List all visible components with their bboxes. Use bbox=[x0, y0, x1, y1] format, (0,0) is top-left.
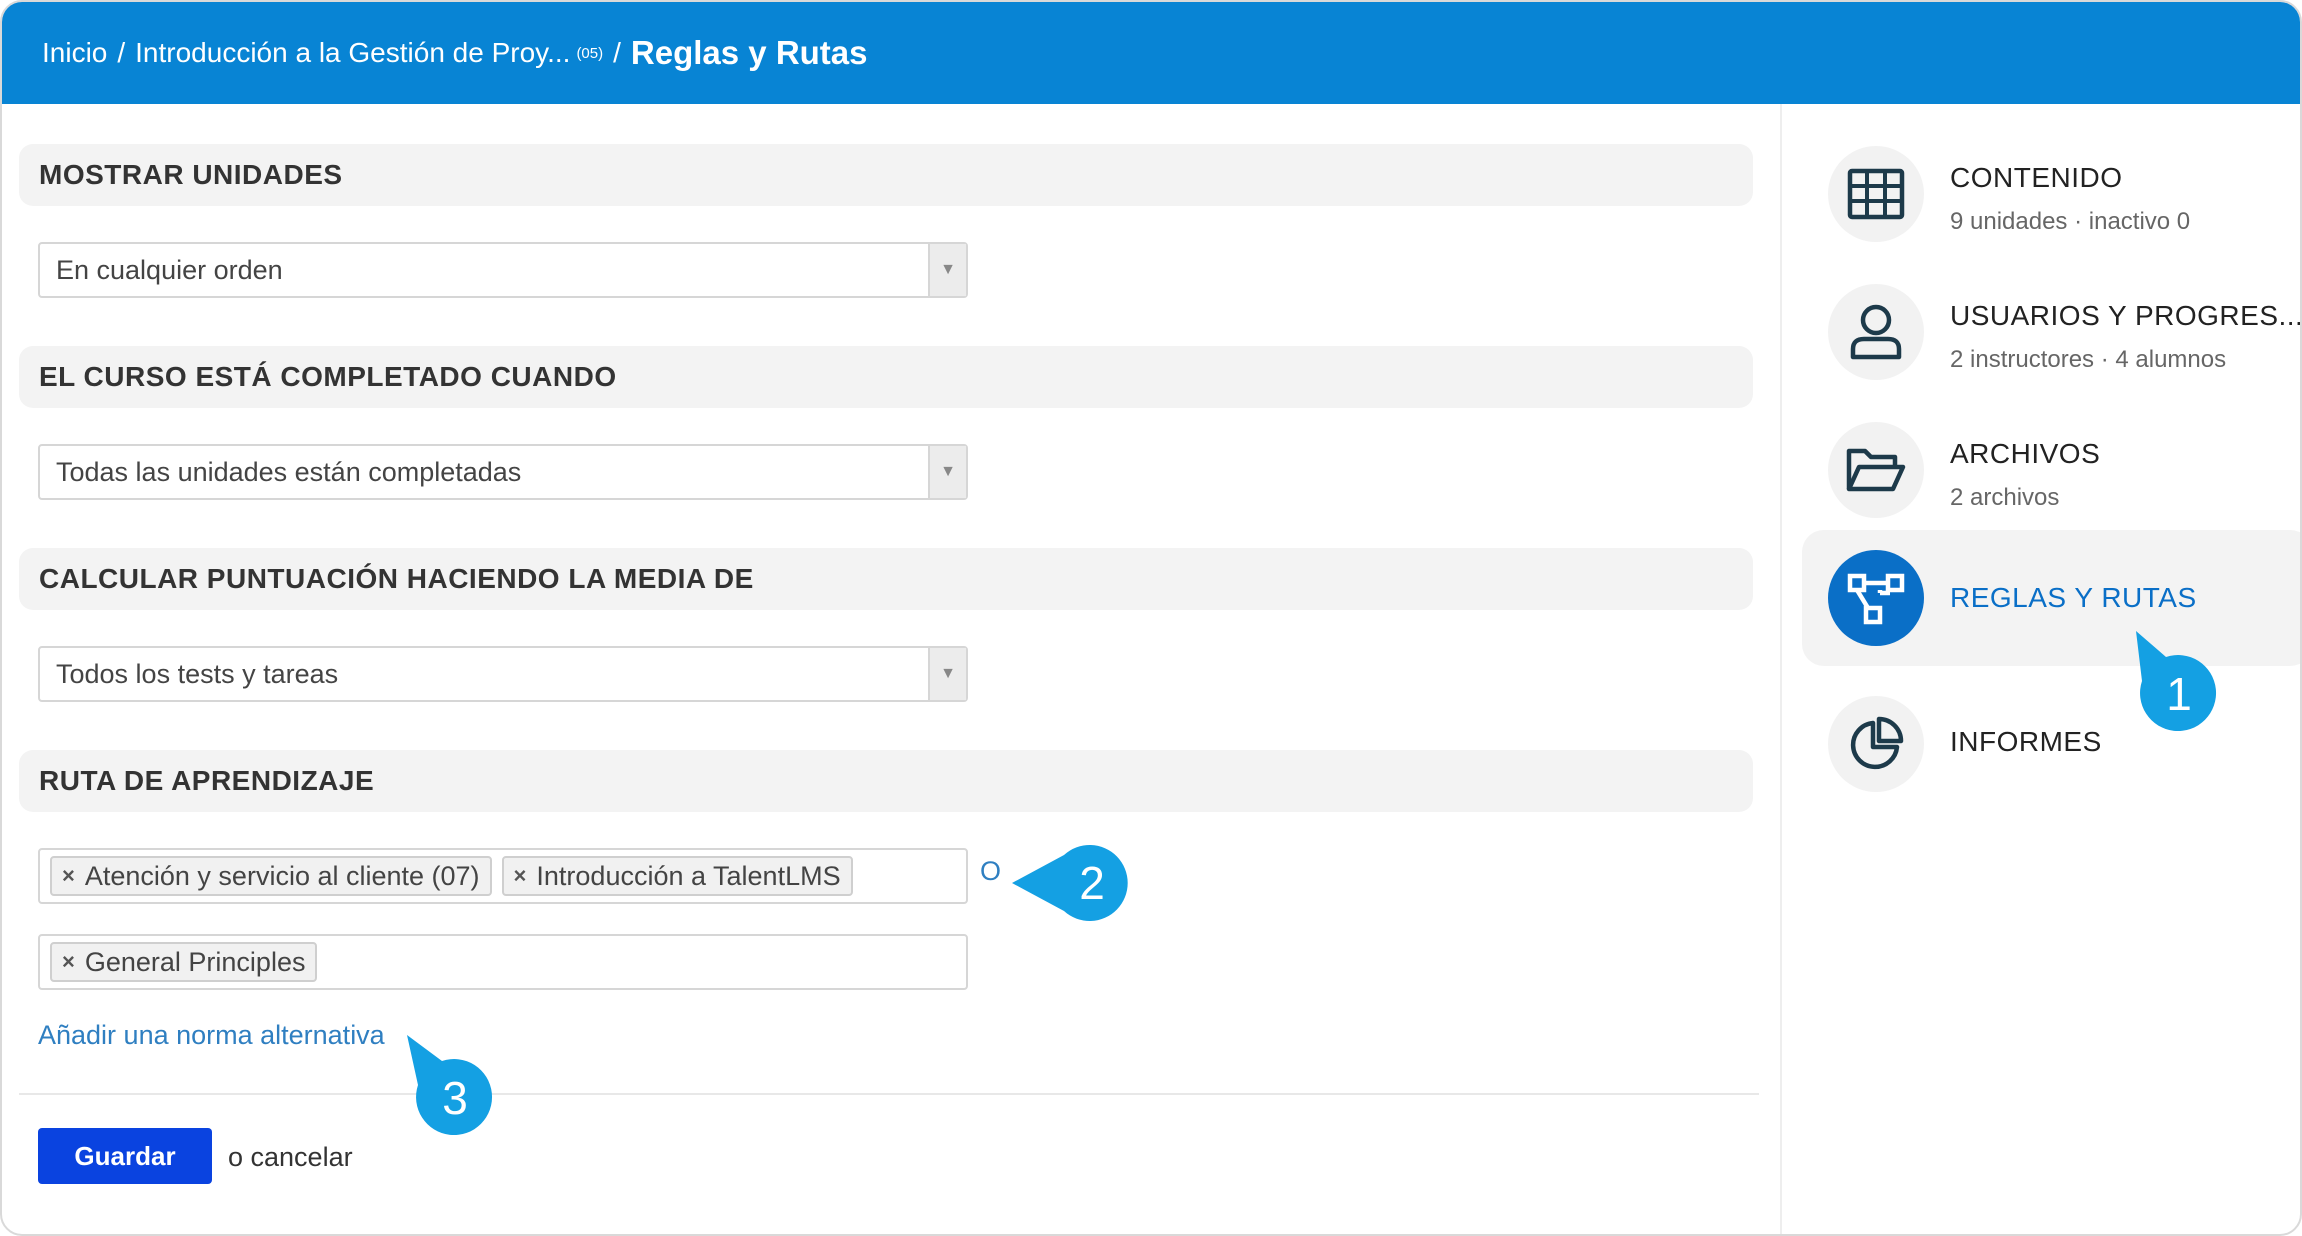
remove-tag-icon[interactable]: × bbox=[514, 863, 527, 889]
grid-icon bbox=[1828, 146, 1924, 242]
course-tag-label: Atención y servicio al cliente (07) bbox=[84, 860, 480, 891]
sidebar-item-subtitle: 9 unidades · inactivo 0 bbox=[1950, 208, 2191, 235]
user-icon bbox=[1828, 284, 1924, 380]
breadcrumb-course-code: (05) bbox=[576, 44, 604, 62]
sidebar-item-subtitle: 2 archivos bbox=[1950, 484, 2060, 511]
sidebar-item-title: USUARIOS Y PROGRES... bbox=[1950, 300, 2302, 331]
breadcrumb-separator: / bbox=[117, 37, 126, 68]
dropdown-arrow-icon[interactable]: ▼ bbox=[928, 244, 966, 296]
dropdown-arrow-icon[interactable]: ▼ bbox=[928, 446, 966, 498]
section-heading-score-average: CALCULAR PUNTUACIÓN HACIENDO LA MEDIA DE bbox=[19, 548, 1753, 610]
cancel-link[interactable]: o cancelar bbox=[228, 1142, 353, 1173]
app-window: Inicio / Introducción a la Gestión de Pr… bbox=[0, 0, 2302, 1236]
callout-badge-1: 1 bbox=[2136, 631, 2217, 732]
sidebar-item-reports[interactable]: INFORMES bbox=[1802, 674, 2300, 810]
sidebar-item-files[interactable]: ARCHIVOS 2 archivos bbox=[1802, 400, 2300, 536]
section-heading-completed-when: EL CURSO ESTÁ COMPLETADO CUANDO bbox=[19, 346, 1753, 408]
course-tag-label: Introducción a TalentLMS bbox=[536, 860, 841, 891]
sidebar-item-title: CONTENIDO bbox=[1950, 162, 2123, 193]
flow-icon bbox=[1828, 550, 1924, 646]
course-tag: × Atención y servicio al cliente (07) bbox=[50, 856, 492, 896]
course-tag: × Introducción a TalentLMS bbox=[501, 856, 853, 896]
sidebar-item-subtitle: 2 instructores · 4 alumnos bbox=[1950, 346, 2227, 373]
breadcrumb-home[interactable]: Inicio bbox=[42, 37, 107, 69]
section-heading-show-units: MOSTRAR UNIDADES bbox=[19, 144, 1753, 206]
divider bbox=[19, 1093, 1759, 1095]
show-units-select-value: En cualquier orden bbox=[56, 254, 283, 285]
sidebar-item-title: ARCHIVOS bbox=[1950, 438, 2101, 469]
breadcrumb-course[interactable]: Introducción a la Gestión de Proy... bbox=[135, 37, 570, 69]
sidebar-item-title: INFORMES bbox=[1950, 726, 2102, 757]
completed-when-select-value: Todas las unidades están completadas bbox=[56, 456, 522, 487]
callout-badge-3: 3 bbox=[407, 1035, 493, 1136]
folder-icon bbox=[1828, 422, 1924, 518]
sidebar-item-users[interactable]: USUARIOS Y PROGRES... 2 instructores · 4… bbox=[1802, 262, 2302, 398]
sidebar-item-rules-and-paths[interactable]: REGLAS Y RUTAS bbox=[1802, 530, 2300, 666]
page-title: Reglas y Rutas bbox=[630, 34, 868, 71]
learning-path-rule-1-input[interactable]: × Atención y servicio al cliente (07) × … bbox=[38, 848, 968, 904]
pie-chart-icon bbox=[1828, 696, 1924, 792]
course-sidebar: CONTENIDO 9 unidades · inactivo 0 USUARI… bbox=[1780, 104, 2302, 1234]
show-units-select[interactable]: En cualquier orden ▼ bbox=[38, 242, 968, 298]
or-link[interactable]: O bbox=[980, 856, 1001, 887]
section-heading-learning-path: RUTA DE APRENDIZAJE bbox=[19, 750, 1753, 812]
course-tag-label: General Principles bbox=[84, 946, 306, 977]
callout-number: 2 bbox=[1079, 857, 1105, 909]
sidebar-item-title: REGLAS Y RUTAS bbox=[1950, 582, 2197, 613]
score-average-select-value: Todos los tests y tareas bbox=[56, 658, 339, 689]
dropdown-arrow-icon[interactable]: ▼ bbox=[928, 648, 966, 700]
remove-tag-icon[interactable]: × bbox=[62, 949, 75, 975]
learning-path-rule-2-input[interactable]: × General Principles bbox=[38, 934, 968, 990]
completed-when-select[interactable]: Todas las unidades están completadas ▼ bbox=[38, 444, 968, 500]
callout-badge-2: 2 bbox=[1012, 845, 1130, 921]
remove-tag-icon[interactable]: × bbox=[62, 863, 75, 889]
breadcrumb-separator: / bbox=[613, 37, 621, 68]
score-average-select[interactable]: Todos los tests y tareas ▼ bbox=[38, 646, 968, 702]
callout-number: 1 bbox=[2166, 668, 2192, 720]
add-alternative-rule-link[interactable]: Añadir una norma alternativa bbox=[38, 1020, 385, 1051]
course-tag: × General Principles bbox=[50, 942, 318, 982]
callout-number: 3 bbox=[442, 1072, 468, 1124]
rules-form: MOSTRAR UNIDADES En cualquier orden ▼ EL… bbox=[2, 104, 1780, 1234]
sidebar-item-content[interactable]: CONTENIDO 9 unidades · inactivo 0 bbox=[1802, 124, 2300, 260]
breadcrumb: Inicio / Introducción a la Gestión de Pr… bbox=[2, 2, 2300, 104]
save-button[interactable]: Guardar bbox=[38, 1128, 212, 1184]
